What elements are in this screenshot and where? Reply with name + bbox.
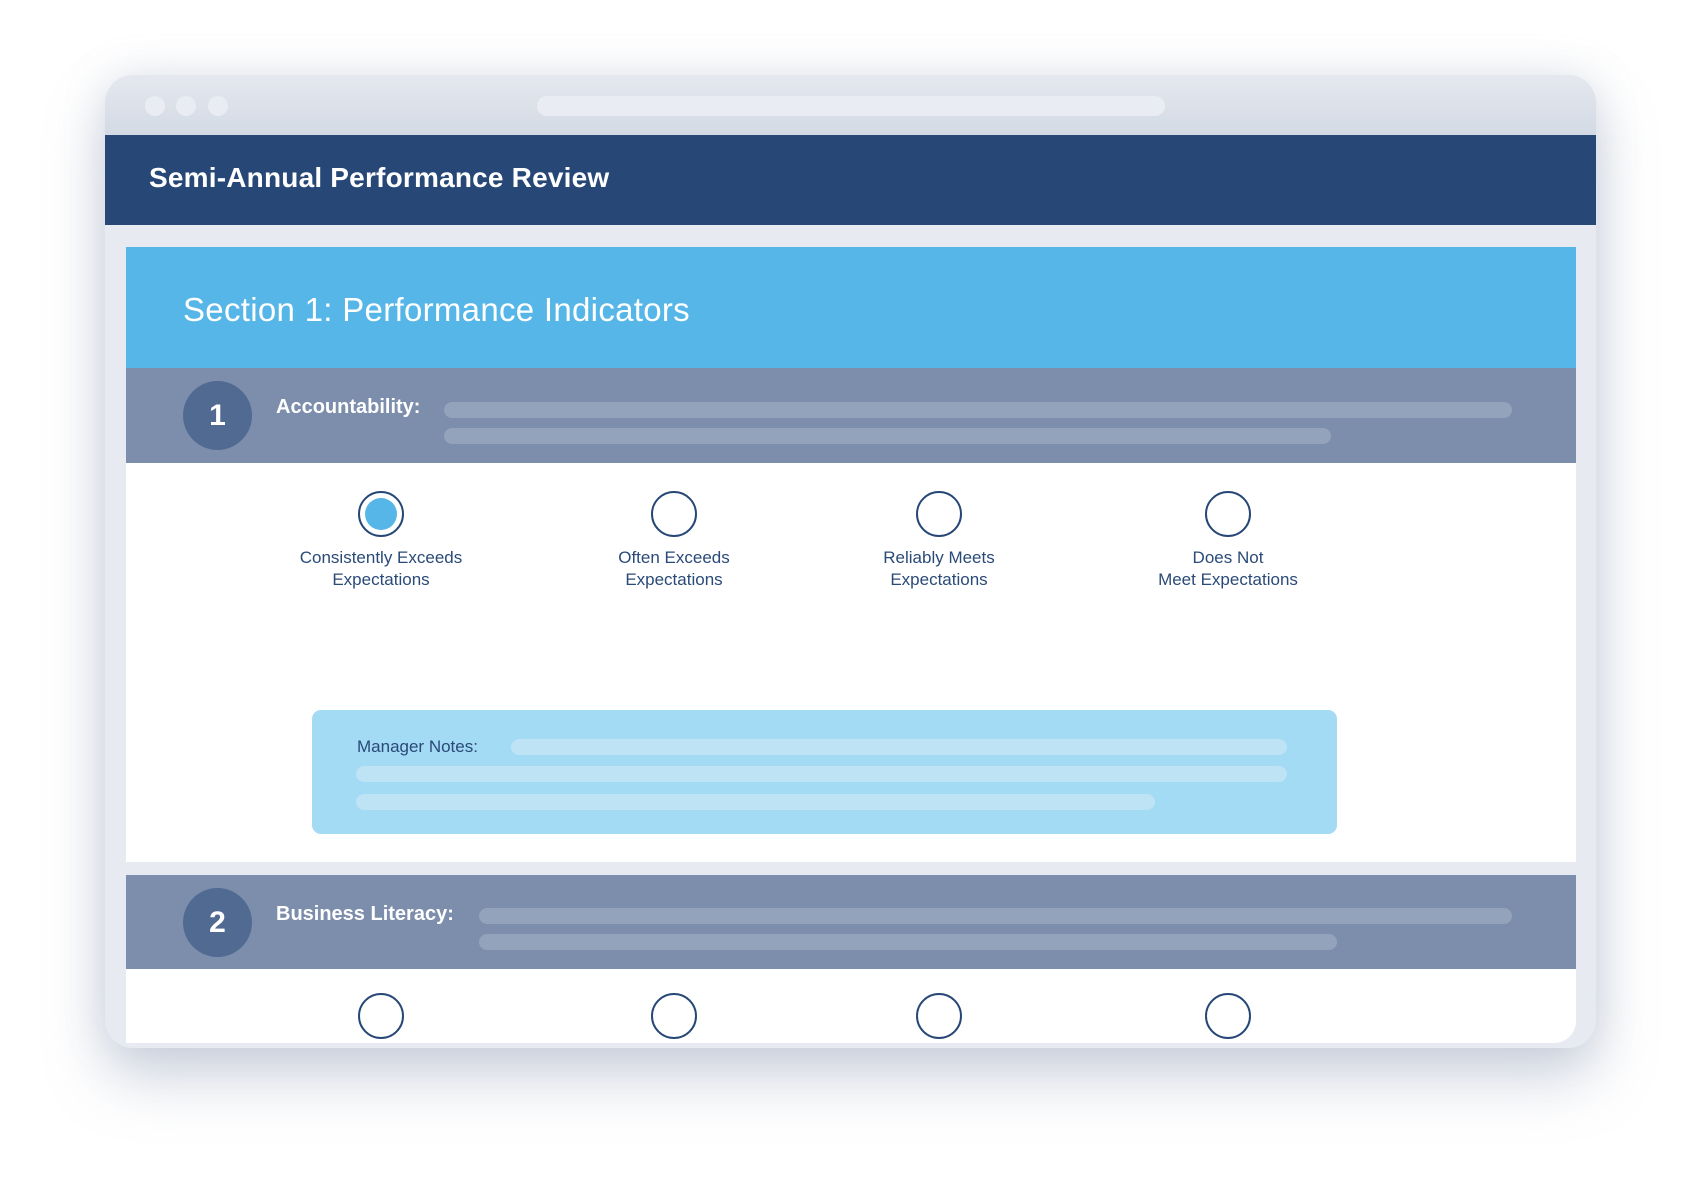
item-number-badge: 1	[183, 381, 252, 450]
rating-option-label: Often Exceeds Expectations	[618, 548, 730, 589]
section-title: Section 1: Performance Indicators	[183, 291, 690, 328]
window-close-dot-icon[interactable]	[145, 96, 165, 116]
indicator-label: Accountability:	[276, 396, 421, 418]
indicator-header-business-literacy: 2 Business Literacy:	[126, 875, 1576, 969]
radio-unselected-icon[interactable]	[1205, 491, 1251, 537]
manager-notes-label: Manager Notes:	[357, 737, 478, 756]
rating-group-accountability: Consistently Exceeds Expectations Often …	[126, 491, 1576, 611]
rating-option-label: Reliably Meets Expectations	[883, 548, 995, 589]
rating-option-often-exceeds[interactable]: Often Exceeds Expectations	[544, 993, 804, 1043]
radio-unselected-icon[interactable]	[1205, 993, 1251, 1039]
app-header: Semi-Annual Performance Review	[105, 135, 1596, 225]
notes-placeholder-line	[356, 766, 1287, 782]
indicator-header-accountability: 1 Accountability:	[126, 368, 1576, 463]
radio-unselected-icon[interactable]	[358, 993, 404, 1039]
browser-window: Semi-Annual Performance Review Section 1…	[105, 75, 1596, 1048]
item-number-badge: 2	[183, 888, 252, 957]
manager-notes-field[interactable]: Manager Notes:	[312, 710, 1337, 834]
window-maximize-dot-icon[interactable]	[208, 96, 228, 116]
radio-unselected-icon[interactable]	[916, 993, 962, 1039]
rating-option-reliably-meets[interactable]: Reliably Meets Expectations	[809, 491, 1069, 591]
indicator-label: Business Literacy:	[276, 903, 454, 925]
radio-unselected-icon[interactable]	[651, 993, 697, 1039]
rating-option-does-not-meet[interactable]: Does Not Meet Expectations	[1098, 993, 1358, 1043]
notes-placeholder-line	[356, 794, 1155, 810]
rating-option-does-not-meet[interactable]: Does Not Meet Expectations	[1098, 491, 1358, 591]
rating-group-business-literacy: Consistently Exceeds Expectations Often …	[126, 993, 1576, 1043]
rating-option-label: Consistently Exceeds Expectations	[299, 548, 463, 589]
radio-unselected-icon[interactable]	[916, 491, 962, 537]
page-title: Semi-Annual Performance Review	[149, 162, 610, 193]
rating-option-reliably-meets[interactable]: Reliably Meets Expectations	[809, 993, 1069, 1043]
review-form: Section 1: Performance Indicators 1 Acco…	[126, 247, 1576, 1043]
rating-option-consistently-exceeds[interactable]: Consistently Exceeds Expectations	[251, 491, 511, 591]
description-placeholder-line	[444, 428, 1331, 444]
rating-option-consistently-exceeds[interactable]: Consistently Exceeds Expectations	[251, 993, 511, 1043]
description-placeholder-line	[479, 934, 1337, 950]
description-placeholder-line	[444, 402, 1512, 418]
radio-unselected-icon[interactable]	[651, 491, 697, 537]
rating-option-label: Does Not Meet Expectations	[1158, 548, 1298, 589]
radio-selected-icon[interactable]	[358, 491, 404, 537]
section-header: Section 1: Performance Indicators	[126, 247, 1576, 368]
window-minimize-dot-icon[interactable]	[176, 96, 196, 116]
description-placeholder-line	[479, 908, 1512, 924]
notes-placeholder-line	[511, 739, 1287, 755]
rating-option-often-exceeds[interactable]: Often Exceeds Expectations	[544, 491, 804, 591]
address-bar[interactable]	[537, 96, 1165, 116]
item-divider	[126, 862, 1576, 875]
browser-chrome	[105, 75, 1596, 135]
